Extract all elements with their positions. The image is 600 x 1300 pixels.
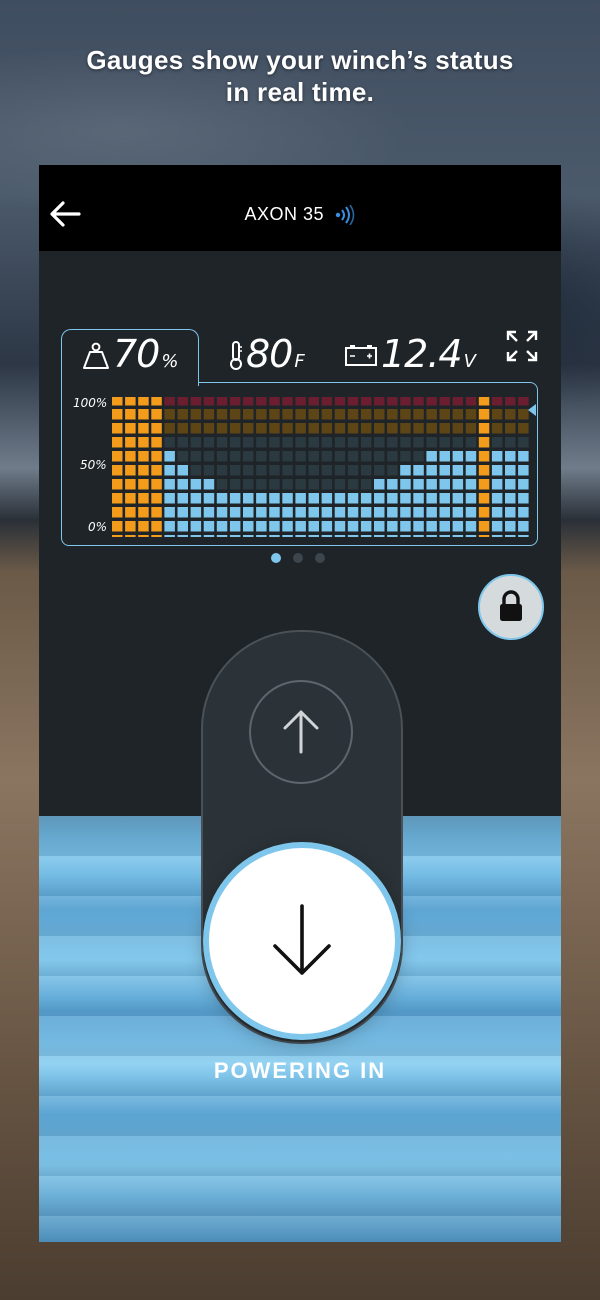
temperature-unit: F [294,351,304,372]
page-dot-1[interactable] [271,553,281,563]
battery-icon [345,345,377,366]
nav-bar: AXON 35 [39,165,561,251]
caption-line-2: in real time. [225,77,375,107]
weight-icon [83,342,109,369]
arrow-down-icon [273,904,331,975]
lock-icon [500,590,522,621]
power-out-button[interactable] [249,680,353,784]
thermometer-icon [230,341,242,370]
gauge-panel[interactable]: 70% 80 F 12.4 V 100% 50% 0% [61,329,539,549]
bluetooth-signal-icon [335,205,354,226]
load-graph-box [61,382,538,546]
load-unit: % [161,351,178,372]
app-screen: AXON 35 70% 80 F 12.4 V 100% 50% 0% POWE… [39,165,561,1242]
lock-button[interactable] [478,574,544,640]
load-readout: 70% [113,332,178,376]
expand-icon[interactable] [505,329,539,363]
winch-status-label: POWERING IN [213,1058,387,1083]
device-title-row: AXON 35 [39,204,561,226]
caption-line-1: Gauges show your winch’s status [86,45,514,75]
voltage-value: 12.4 [381,332,463,376]
power-in-button[interactable] [203,842,401,1040]
page-dot-2[interactable] [293,553,303,563]
promo-caption: Gauges show your winch’s status in real … [0,44,600,108]
arrow-up-icon [283,710,319,754]
load-value: 70 [113,332,160,376]
temperature-value: 80 [246,332,293,376]
voltage-unit: V [463,351,476,372]
device-name: AXON 35 [244,204,325,224]
page-dot-3[interactable] [315,553,325,563]
page-indicator [271,553,331,565]
temperature-readout: 80 F [246,332,305,376]
voltage-readout: 12.4 V [381,332,476,376]
